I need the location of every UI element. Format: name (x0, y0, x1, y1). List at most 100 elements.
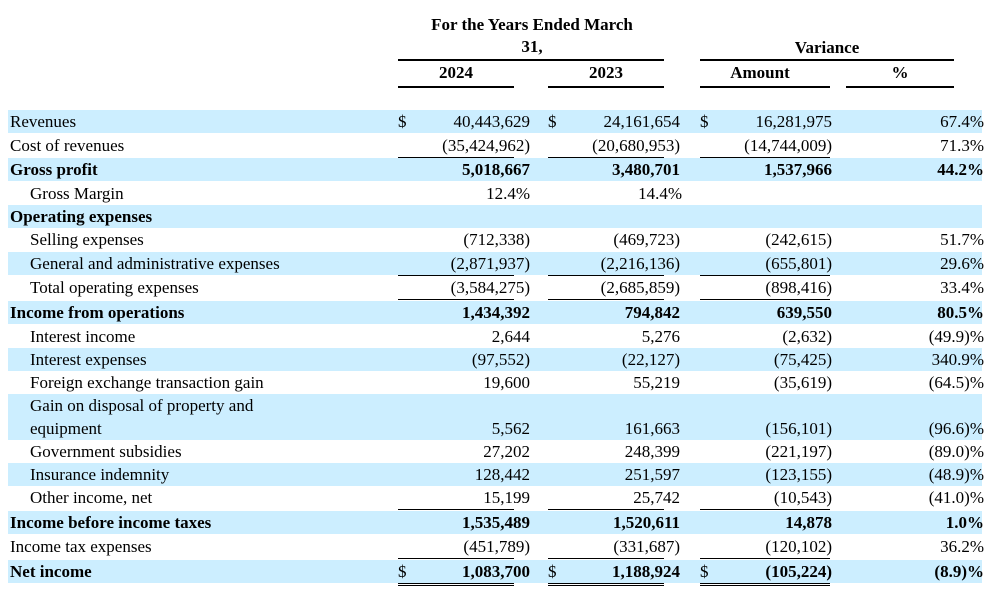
subtotal-rule (398, 299, 514, 300)
col-pct-underline (846, 86, 954, 88)
subtotal-rule (700, 509, 830, 510)
row-label: Gross profit (10, 160, 98, 179)
variance-pct: 71.3% (940, 136, 984, 155)
value-2024: 1,535,489 (462, 513, 530, 532)
variance-pct: (89.0)% (928, 442, 984, 461)
variance-amount: (242,615) (765, 230, 832, 249)
table-row-interest-expenses: Interest expenses (97,552) (22,127) (75,… (8, 348, 984, 371)
row-label: Other income, net (30, 488, 153, 507)
variance-underline-top (700, 59, 954, 61)
variance-amount: (123,155) (765, 465, 832, 484)
variance-pct: 340.9% (931, 350, 984, 369)
variance-amount: (2,632) (782, 327, 832, 346)
table-row-government-subsidies: Government subsidies 27,202 248,399 (221… (8, 440, 984, 463)
value-2023: 248,399 (624, 442, 680, 461)
variance-amount: (655,801) (765, 254, 832, 273)
variance-amount: 1,537,966 (764, 160, 832, 179)
row-label: Insurance indemnity (30, 465, 170, 484)
table-row-gross-margin: Gross Margin 12.4% 14.4% (8, 182, 982, 205)
subtotal-rule (548, 299, 664, 300)
table-row-income-from-operations: Income from operations 1,434,392 794,842… (8, 301, 984, 324)
variance-pct: 33.4% (940, 278, 984, 297)
col-amount-header: Amount (730, 63, 790, 82)
years-header-line2: 31, (521, 37, 543, 56)
value-2024: (35,424,962) (442, 136, 530, 155)
col-2024-header: 2024 (439, 63, 473, 82)
value-2023: 14.4% (638, 184, 682, 203)
variance-amount: (221,197) (765, 442, 832, 461)
value-2023: 1,188,924 (612, 562, 680, 581)
subtotal-rule (700, 299, 830, 300)
value-2024: (712,338) (463, 230, 530, 249)
total-double-rule (548, 583, 664, 586)
value-2024: (97,552) (471, 350, 530, 369)
row-label: Foreign exchange transaction gain (30, 373, 264, 392)
table-row-insurance-indemnity: Insurance indemnity 128,442 251,597 (123… (8, 463, 984, 486)
row-label-continued: equipment (30, 419, 102, 438)
variance-amount: (105,224) (765, 562, 832, 581)
row-label: Interest income (30, 327, 136, 346)
value-2023: 161,663 (624, 419, 680, 438)
col-amount-underline (700, 86, 830, 88)
years-underline-top (398, 59, 664, 61)
years-header: For the Years Ended March 31, (392, 14, 672, 58)
table-row-cost-of-revenues: Cost of revenues (35,424,962) (20,680,95… (8, 134, 984, 157)
subtotal-rule (398, 558, 514, 559)
total-double-rule (700, 583, 830, 586)
variance-pct: 1.0% (945, 513, 984, 532)
col-2023-header: 2023 (589, 63, 623, 82)
variance-amount: (14,744,009) (744, 136, 832, 155)
variance-pct: (49.9)% (928, 327, 984, 346)
variance-pct: 29.6% (940, 254, 984, 273)
table-row-gross-profit: Gross profit 5,018,667 3,480,701 1,537,9… (8, 158, 984, 181)
value-2024: 128,442 (474, 465, 530, 484)
value-2024: (2,871,937) (450, 254, 530, 273)
value-2023: (2,216,136) (600, 254, 680, 273)
table-row-operating-expenses-heading: Operating expenses (8, 205, 982, 228)
variance-amount: (156,101) (765, 419, 832, 438)
col-pct-header: % (891, 63, 909, 82)
row-label: Cost of revenues (10, 136, 125, 155)
subtotal-rule (700, 558, 830, 559)
table-row-revenues: Revenues $ 40,443,629 $ 24,161,654 $ 16,… (8, 110, 984, 133)
value-2023: 25,742 (633, 488, 680, 507)
variance-pct: (48.9)% (928, 465, 984, 484)
variance-amount: 16,281,975 (755, 112, 833, 131)
value-2024: 2,644 (491, 327, 530, 346)
value-2023: (2,685,859) (600, 278, 680, 297)
value-2023: (20,680,953) (592, 136, 680, 155)
value-2023: 794,842 (624, 303, 680, 322)
value-2023: 251,597 (624, 465, 680, 484)
variance-amount: (898,416) (765, 278, 832, 297)
variance-amount: 14,878 (785, 513, 832, 532)
subtotal-rule (548, 509, 664, 510)
variance-amount: (75,425) (773, 350, 832, 369)
table-row-gain-on-disposal: Gain on disposal of property and equipme… (8, 394, 984, 440)
table-row-total-operating-expenses: Total operating expenses (3,584,275) (2,… (8, 276, 984, 299)
row-label: Income tax expenses (10, 537, 152, 556)
value-2024: 12.4% (486, 184, 530, 203)
value-2024: 40,443,629 (453, 112, 531, 131)
col-2024-underline (398, 86, 514, 88)
row-label: Gross Margin (30, 184, 124, 203)
variance-pct: 44.2% (937, 160, 984, 179)
row-label: Gain on disposal of property and (30, 396, 254, 415)
variance-pct: 67.4% (940, 112, 984, 131)
value-2023: 3,480,701 (612, 160, 680, 179)
row-label: Government subsidies (30, 442, 182, 461)
row-label: Interest expenses (30, 350, 147, 369)
total-double-rule (398, 583, 514, 586)
row-label: Net income (10, 562, 92, 581)
value-2023: (22,127) (621, 350, 680, 369)
value-2024: 5,018,667 (462, 160, 530, 179)
value-2024: 27,202 (483, 442, 530, 461)
variance-pct: (8.9)% (934, 562, 984, 581)
table-row-other-income: Other income, net 15,199 25,742 (10,543)… (8, 486, 984, 509)
row-label: Revenues (10, 112, 77, 131)
variance-amount: (10,543) (773, 488, 832, 507)
variance-amount: (120,102) (765, 537, 832, 556)
table-row-net-income: Net income $ 1,083,700 $ 1,188,924 $ (10… (8, 560, 984, 583)
row-label: Income from operations (10, 303, 185, 322)
variance-header: Variance (794, 38, 860, 57)
variance-pct: (96.6)% (928, 419, 984, 438)
